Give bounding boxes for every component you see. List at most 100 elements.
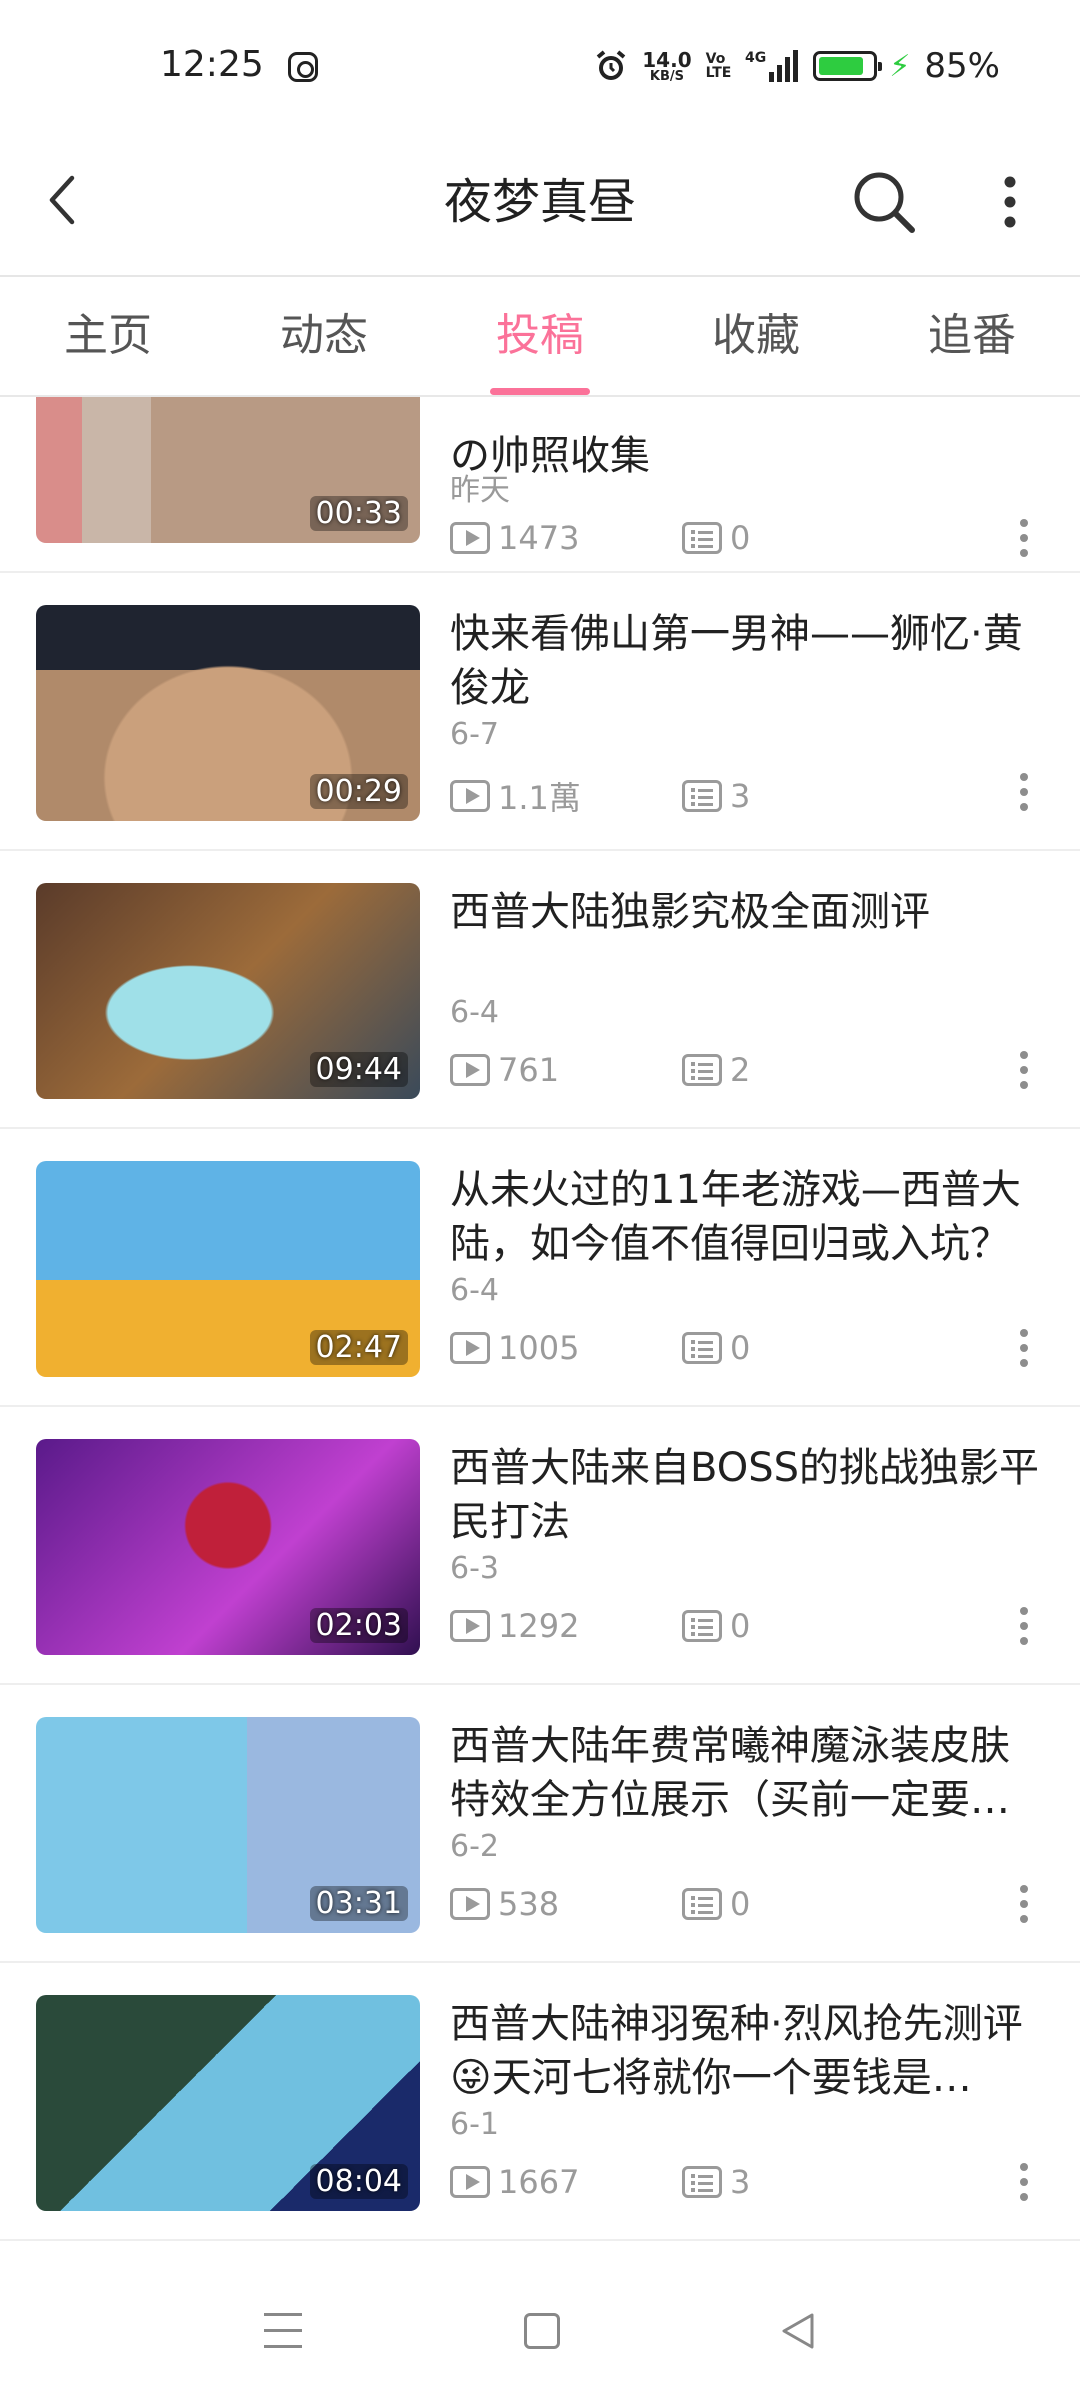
video-row[interactable]: 02:47 从未火过的11年老游戏—西普大陆，如今值不值得回归或入坑？ 6-4 100… [0, 1131, 1080, 1407]
video-thumbnail[interactable]: 00:29 [36, 605, 420, 821]
comment-icon [682, 1332, 722, 1364]
home-icon[interactable] [524, 2313, 560, 2349]
battery-percent: 85% [924, 46, 1000, 86]
comment-count: 0 [682, 1607, 750, 1645]
video-row[interactable]: 00:33 の帅照收集 昨天 1473 0 [0, 397, 1080, 573]
video-more-icon[interactable] [1012, 1329, 1036, 1373]
play-count-icon [450, 2166, 490, 2198]
video-row[interactable]: 02:03 西普大陆来自BOSS的挑战独影平民打法 6-3 1292 0 [0, 1409, 1080, 1685]
view-count: 1.1萬 [450, 773, 682, 819]
nav-back-icon[interactable] [778, 2311, 818, 2351]
video-more-icon[interactable] [1012, 1607, 1036, 1651]
tab-4[interactable]: 追番 [864, 277, 1080, 395]
video-duration: 00:33 [309, 496, 408, 531]
comment-icon [682, 1888, 722, 1920]
comment-count: 0 [682, 519, 750, 557]
video-title[interactable]: 西普大陆来自BOSS的挑战独影平民打法 [450, 1441, 1040, 1549]
video-more-icon[interactable] [1012, 1885, 1036, 1929]
video-title[interactable]: 西普大陆神羽冤种·烈风抢先测评😜天河七将就你一个要钱是… [450, 1997, 1040, 2105]
tab-1[interactable]: 动态 [216, 277, 432, 395]
video-stats: 1292 0 [450, 1607, 750, 1645]
video-title[interactable]: の帅照收集 [450, 429, 1040, 483]
tab-3[interactable]: 收藏 [648, 277, 864, 395]
video-row[interactable]: 09:44 西普大陆独影究极全面测评 6-4 761 2 [0, 853, 1080, 1129]
search-icon[interactable] [850, 168, 918, 236]
video-date: 6-1 [450, 2107, 499, 2142]
video-stats: 761 2 [450, 1051, 750, 1089]
comment-count: 3 [682, 2163, 750, 2201]
video-row[interactable]: 08:04 西普大陆神羽冤种·烈风抢先测评😜天河七将就你一个要钱是… 6-1 1667… [0, 1965, 1080, 2241]
video-duration: 02:47 [309, 1330, 408, 1365]
volte-bottom: LTE [705, 65, 732, 81]
comment-count-value: 3 [730, 2163, 751, 2201]
video-thumbnail[interactable]: 09:44 [36, 883, 420, 1099]
back-icon[interactable] [40, 170, 90, 230]
video-thumbnail[interactable]: 08:04 [36, 1995, 420, 2211]
video-date: 6-2 [450, 1829, 499, 1864]
view-count-value: 761 [498, 1051, 560, 1089]
play-count-icon [450, 780, 490, 812]
network-type: 4G [745, 50, 766, 66]
video-thumbnail[interactable]: 02:03 [36, 1439, 420, 1655]
comment-icon [682, 780, 722, 812]
view-count: 1667 [450, 2163, 682, 2201]
network-speed: 14.0 KB/S [642, 50, 691, 83]
view-count: 1292 [450, 1607, 682, 1645]
video-more-icon[interactable] [1012, 519, 1036, 563]
comment-count: 0 [682, 1885, 750, 1923]
network-speed-unit: KB/S [649, 68, 684, 84]
comment-count-value: 2 [730, 1051, 751, 1089]
more-options-icon[interactable] [990, 168, 1030, 236]
view-count-value: 1292 [498, 1607, 580, 1645]
video-date: 6-7 [450, 717, 499, 752]
play-count-icon [450, 522, 490, 554]
video-more-icon[interactable] [1012, 2163, 1036, 2207]
video-more-icon[interactable] [1012, 1051, 1036, 1095]
video-title[interactable]: 快来看佛山第一男神——狮忆·黄俊龙 [450, 607, 1040, 715]
video-more-icon[interactable] [1012, 773, 1036, 817]
video-stats: 1.1萬 3 [450, 773, 750, 819]
recent-apps-icon[interactable] [264, 2313, 302, 2349]
video-row[interactable]: 00:29 快来看佛山第一男神——狮忆·黄俊龙 6-7 1.1萬 3 [0, 575, 1080, 851]
play-count-icon [450, 1610, 490, 1642]
video-row[interactable]: 03:31 西普大陆年费常曦神魔泳装皮肤特效全方位展示（买前一定要… 6-2 538 0 [0, 1687, 1080, 1963]
video-title[interactable]: 西普大陆独影究极全面测评 [450, 885, 1040, 939]
view-count: 1005 [450, 1329, 682, 1367]
tab-2[interactable]: 投稿 [432, 277, 648, 395]
comment-count-value: 0 [730, 1329, 751, 1367]
video-title[interactable]: 西普大陆年费常曦神魔泳装皮肤特效全方位展示（买前一定要… [450, 1719, 1040, 1827]
play-count-icon [450, 1054, 490, 1086]
video-duration: 02:03 [309, 1608, 408, 1643]
video-duration: 09:44 [309, 1052, 408, 1087]
alarm-icon [594, 49, 628, 83]
view-count-value: 1.1萬 [498, 779, 581, 817]
comment-count-value: 0 [730, 519, 751, 557]
charging-icon: ⚡ [889, 48, 911, 84]
volte-top: Vo [705, 51, 726, 67]
video-thumbnail[interactable]: 00:33 [36, 397, 420, 543]
view-count: 1473 [450, 519, 682, 557]
status-bar: 12:25 14.0 KB/S Vo LTE 4G ⚡ 85% [0, 0, 1080, 130]
tab-bar: 主页 动态 投稿 收藏 追番 [0, 275, 1080, 397]
battery-icon [813, 51, 883, 81]
tab-0[interactable]: 主页 [0, 277, 216, 395]
video-date: 6-3 [450, 1551, 499, 1586]
view-count-value: 1473 [498, 519, 580, 557]
video-list[interactable]: 00:33 の帅照收集 昨天 1473 0 00:29 快来看佛山第一男神——狮忆·黄俊龙 6… [0, 397, 1080, 2267]
view-count: 761 [450, 1051, 682, 1089]
video-date: 6-4 [450, 1273, 499, 1308]
video-title[interactable]: 从未火过的11年老游戏—西普大陆，如今值不值得回归或入坑？ [450, 1163, 1040, 1271]
page-title: 夜梦真昼 [443, 174, 636, 230]
video-thumbnail[interactable]: 02:47 [36, 1161, 420, 1377]
video-thumbnail[interactable]: 03:31 [36, 1717, 420, 1933]
comment-count-value: 0 [730, 1885, 751, 1923]
comment-icon [682, 1610, 722, 1642]
comment-count-value: 3 [730, 777, 751, 815]
comment-icon [682, 1054, 722, 1086]
view-count-value: 1005 [498, 1329, 580, 1367]
video-duration: 08:04 [309, 2164, 408, 2199]
play-count-icon [450, 1332, 490, 1364]
video-stats: 1005 0 [450, 1329, 750, 1367]
instagram-icon [288, 52, 318, 82]
comment-icon [682, 2166, 722, 2198]
